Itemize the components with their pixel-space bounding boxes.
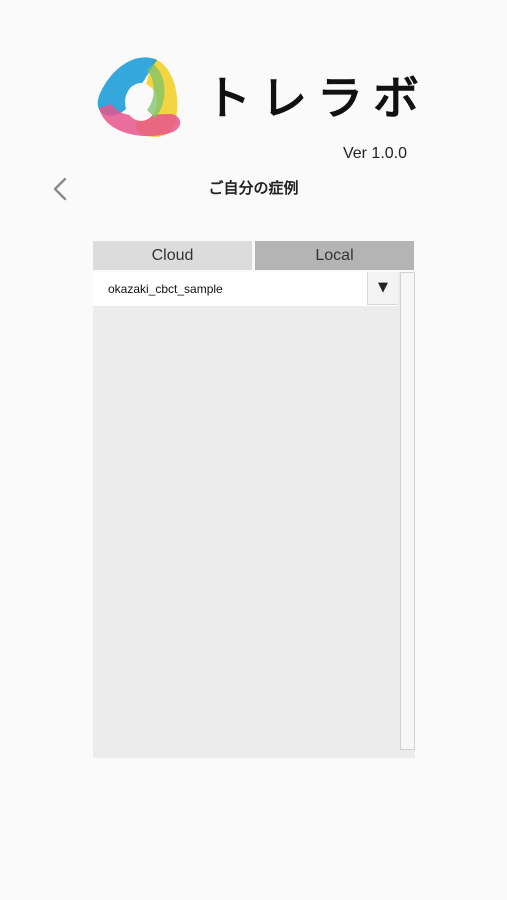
logo-text: トレラボ (205, 71, 429, 125)
scrollbar[interactable] (400, 272, 415, 750)
app-screen: トレラボ Ver 1.0.0 ご自分の症例 Cloud Local okazak… (0, 0, 507, 900)
triangle-down-icon: ▼ (378, 280, 388, 295)
logo-mark-icon (97, 57, 181, 137)
source-tabs: Cloud Local (93, 241, 415, 271)
version-label: Ver 1.0.0 (342, 145, 407, 162)
app-logo: トレラボ (95, 52, 419, 147)
case-name: okazaki_cbct_sample (108, 282, 223, 296)
case-list-panel: okazaki_cbct_sample ▼ (93, 272, 415, 758)
case-list-item[interactable]: okazaki_cbct_sample ▼ (93, 272, 398, 306)
tab-cloud[interactable]: Cloud (93, 241, 252, 270)
page-title: ご自分の症例 (208, 179, 299, 197)
dropdown-button[interactable]: ▼ (367, 272, 398, 305)
tab-local[interactable]: Local (255, 241, 414, 270)
